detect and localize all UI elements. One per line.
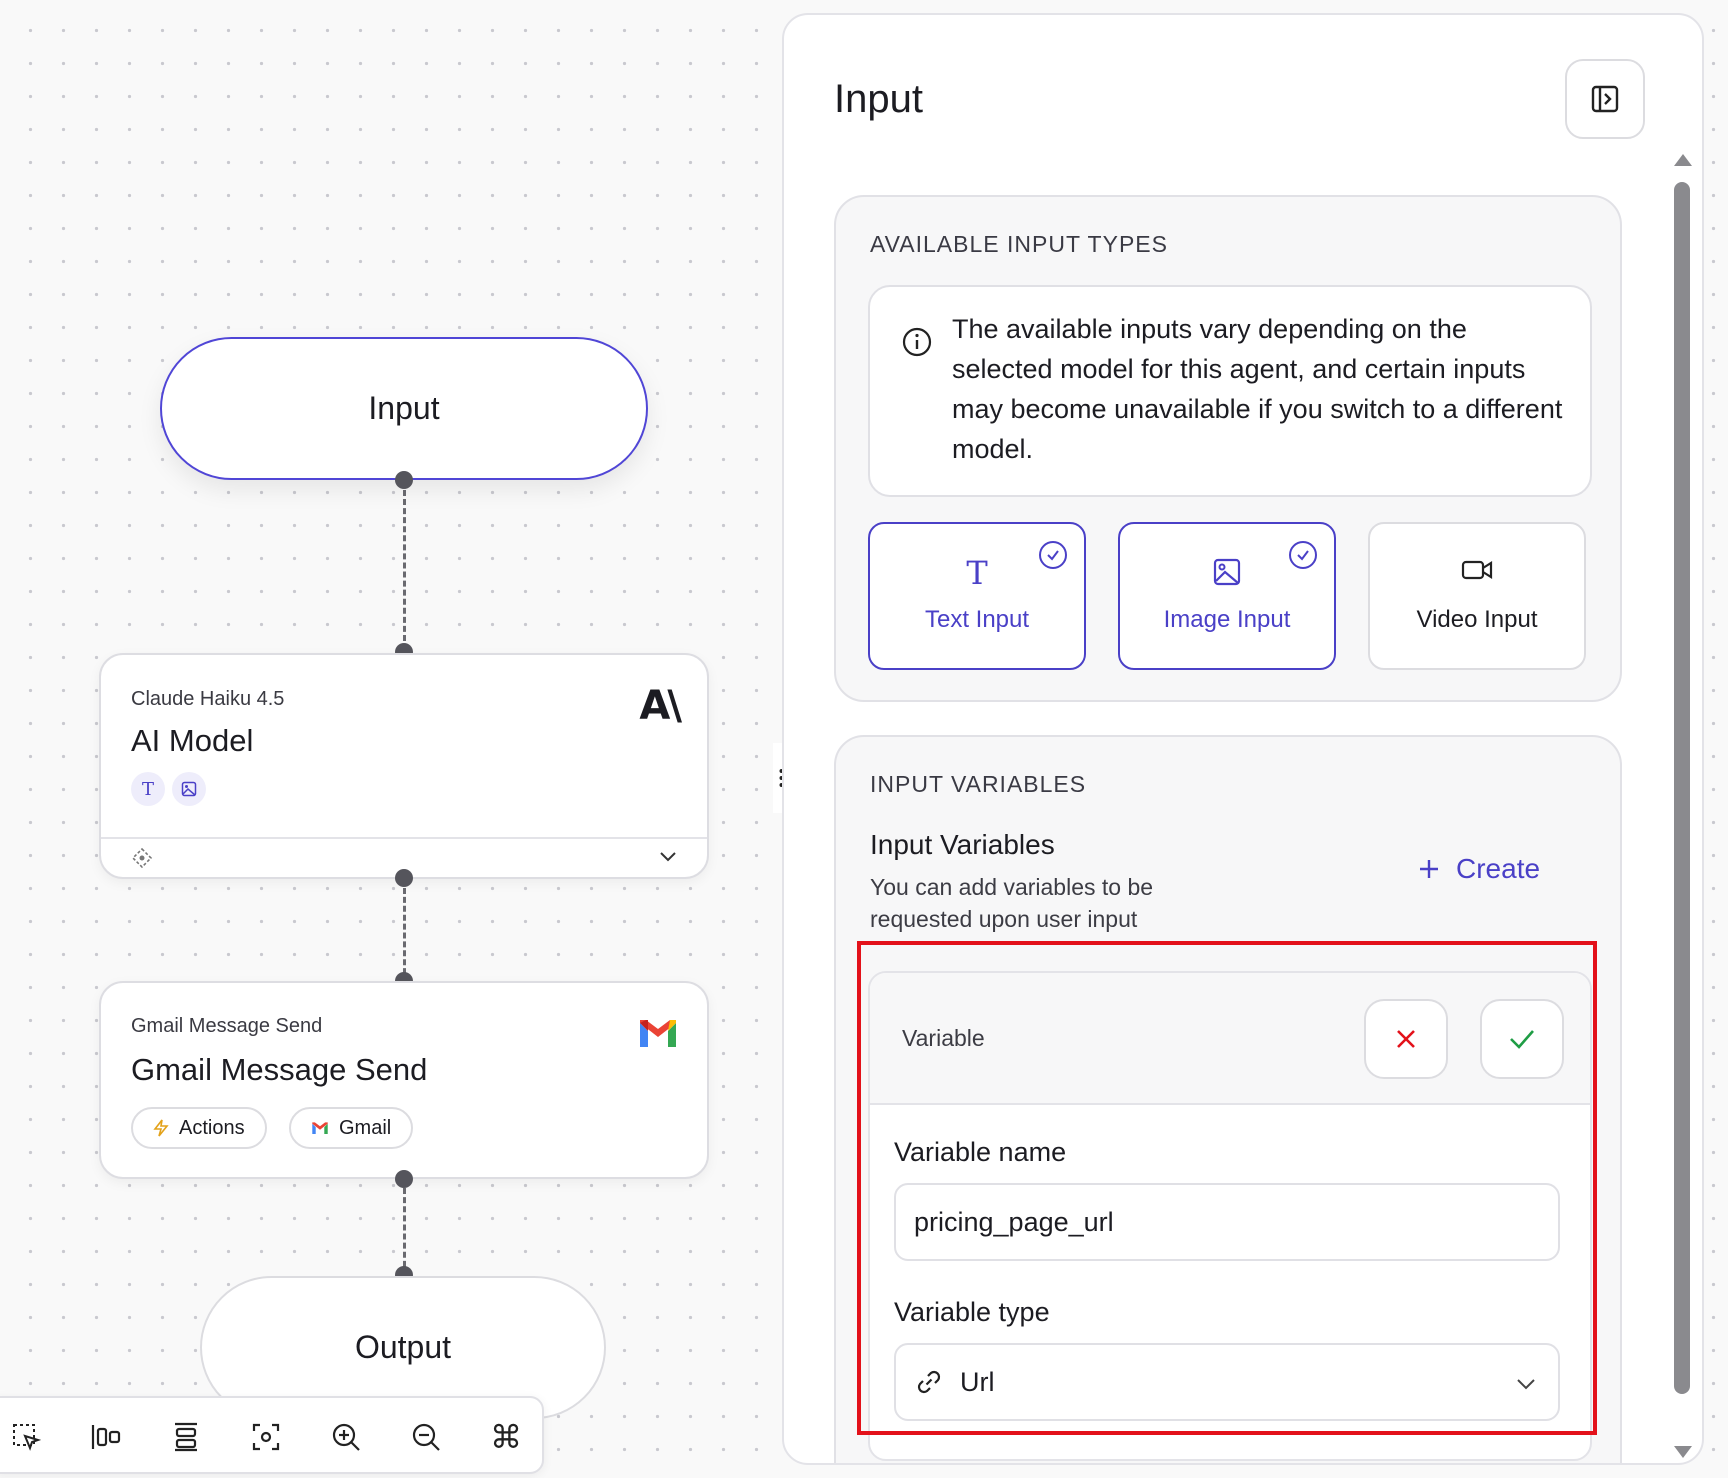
video-input-type-card[interactable]: Video Input — [1368, 522, 1586, 670]
connector-input-ai — [403, 490, 406, 650]
info-icon — [902, 327, 932, 357]
image-type-badge-icon — [172, 772, 206, 806]
input-node-output-handle[interactable] — [395, 471, 413, 489]
gmail-node-subtitle: Gmail Message Send — [131, 1015, 323, 1037]
info-box: The available inputs vary depending on t… — [868, 285, 1592, 497]
ai-model-node[interactable]: Claude Haiku 4.5 AI Model A\ T — [99, 653, 709, 879]
output-node-label: Output — [354, 1329, 452, 1365]
sidebar-collapse-icon — [1591, 85, 1619, 113]
text-input-type-card[interactable]: T Text Input — [868, 522, 1086, 670]
ai-node-output-handle[interactable] — [395, 869, 413, 887]
input-variables-description: You can add variables to be requested up… — [870, 874, 1154, 932]
distribute-icon[interactable] — [168, 1419, 204, 1455]
zoom-in-icon[interactable] — [328, 1419, 364, 1455]
canvas-toolbar: ⌘ — [0, 1396, 544, 1474]
check-circle-icon — [1039, 541, 1067, 569]
available-input-types-header: AVAILABLE INPUT TYPES — [870, 231, 1168, 257]
plus-icon — [1420, 860, 1438, 878]
actions-chip: Actions — [131, 1107, 267, 1149]
input-node-label: Input — [368, 390, 440, 426]
input-node[interactable]: Input — [160, 337, 648, 480]
scroll-up-arrow-icon[interactable] — [1674, 154, 1692, 166]
video-input-label: Video Input — [1416, 606, 1538, 633]
selection-icon[interactable] — [8, 1419, 44, 1455]
input-variables-title: Input Variables — [870, 829, 1055, 860]
gmail-chip: Gmail — [289, 1107, 414, 1149]
gmail-small-icon — [312, 1122, 328, 1134]
tools-icon — [131, 847, 153, 869]
connector-ai-gmail — [403, 888, 406, 983]
align-icon[interactable] — [88, 1419, 124, 1455]
gmail-chip-label: Gmail — [339, 1116, 392, 1139]
panel-scrollbar-thumb[interactable] — [1674, 182, 1690, 1394]
shortcut-icon[interactable]: ⌘ — [488, 1418, 524, 1456]
available-input-types-section: AVAILABLE INPUT TYPES The available inpu… — [834, 195, 1622, 702]
info-text: The available inputs vary depending on t… — [952, 314, 1563, 464]
fit-view-icon[interactable] — [248, 1419, 284, 1455]
zoom-out-icon[interactable] — [408, 1419, 444, 1455]
scroll-down-arrow-icon[interactable] — [1674, 1446, 1692, 1458]
text-type-badge-icon: T — [131, 772, 165, 806]
image-input-type-card[interactable]: Image Input — [1118, 522, 1336, 670]
panel-title: Input — [834, 77, 923, 121]
check-circle-icon — [1289, 541, 1317, 569]
gmail-logo-icon — [640, 1020, 676, 1047]
anthropic-logo-icon: A\ — [639, 683, 682, 729]
gmail-node-output-handle[interactable] — [395, 1170, 413, 1188]
connector-gmail-output — [403, 1188, 406, 1276]
lightning-icon — [153, 1119, 169, 1137]
gmail-message-send-node[interactable]: Gmail Message Send Gmail Message Send Ac… — [99, 981, 709, 1179]
create-variable-button[interactable]: Create — [1418, 853, 1540, 885]
create-variable-label: Create — [1456, 853, 1541, 884]
actions-chip-label: Actions — [179, 1116, 245, 1139]
text-input-label: Text Input — [924, 606, 1030, 633]
chevron-down-icon[interactable] — [659, 851, 677, 863]
video-type-icon — [1370, 558, 1584, 582]
image-input-label: Image Input — [1163, 606, 1291, 633]
highlight-box — [857, 941, 1597, 1435]
collapse-panel-button[interactable] — [1565, 59, 1645, 139]
ai-model-title: AI Model — [131, 723, 254, 758]
ai-model-subtitle: Claude Haiku 4.5 — [131, 688, 285, 710]
gmail-node-title: Gmail Message Send — [131, 1052, 428, 1087]
input-variables-header: INPUT VARIABLES — [870, 771, 1087, 797]
